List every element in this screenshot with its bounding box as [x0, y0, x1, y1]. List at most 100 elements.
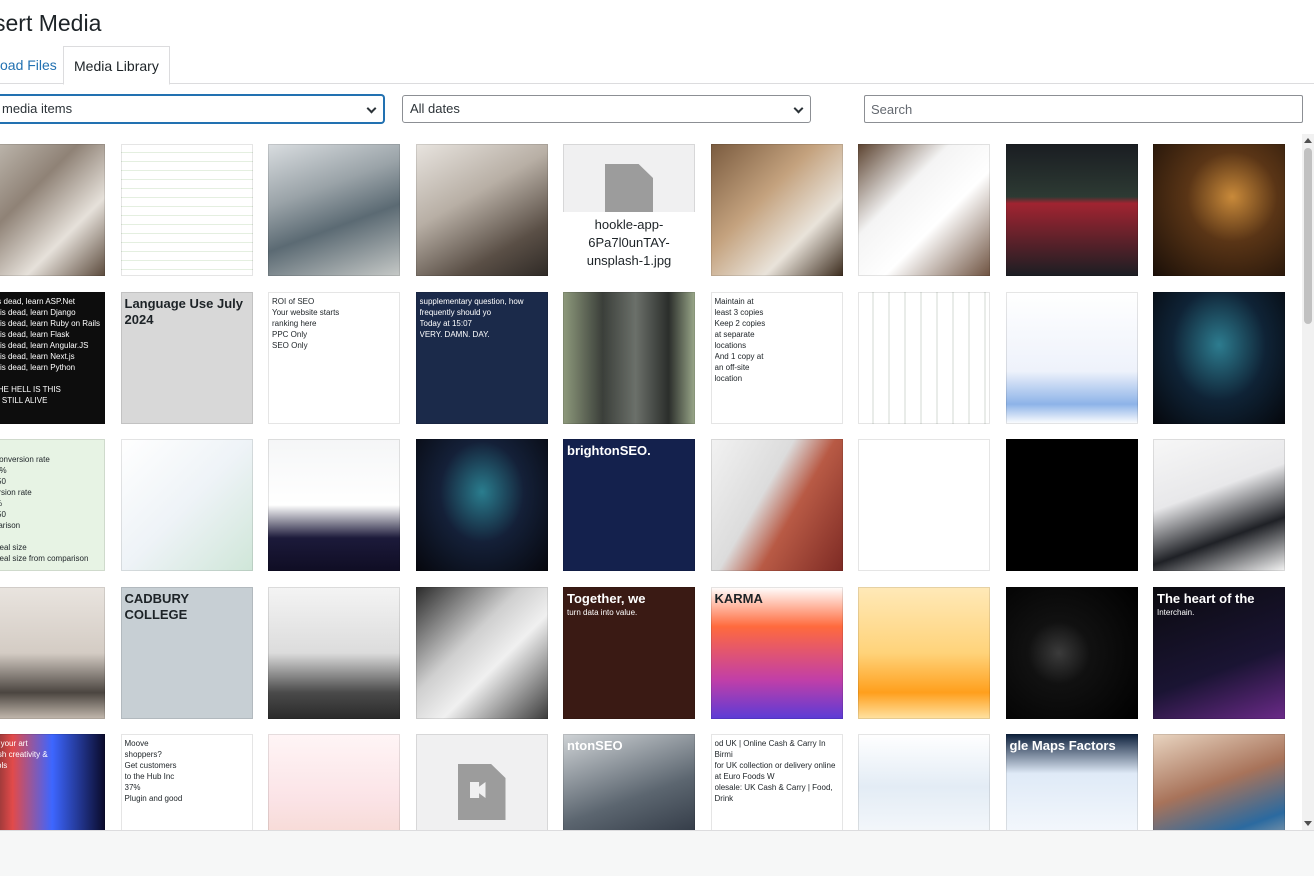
preview-line: And 1 copy at — [714, 351, 764, 361]
preview-line: : PHP is dead, learn Django — [0, 307, 76, 317]
attachment-preview-text: The heart of the Interchain. — [1157, 591, 1281, 715]
scroll-thumb[interactable] — [1304, 148, 1312, 324]
attachment-thumbnail[interactable]: Together, we turn data into value. — [563, 586, 695, 719]
attachment-thumbnail[interactable] — [268, 734, 400, 830]
attachment-thumbnail[interactable] — [1153, 734, 1285, 830]
attachment-thumbnail[interactable]: od UK | Online Cash & Carry In Birmi for … — [710, 734, 843, 830]
scroll-up-icon[interactable] — [1304, 138, 1312, 143]
attachment-thumbnail[interactable] — [120, 144, 253, 276]
preview-line: turn data into value. — [567, 607, 638, 617]
attachment-thumbnail[interactable]: Maintain at least 3 copies Keep 2 copies at… — [710, 291, 843, 424]
attachment-thumbnail[interactable] — [0, 586, 105, 719]
preview-line: least 3 copies — [714, 307, 764, 317]
attachment-preview-text: KARMA — [715, 591, 839, 715]
attachment-thumbnail[interactable]: PHP is dead, learn ASP.Net: PHP is dead,… — [0, 291, 105, 424]
attachment-thumbnail[interactable] — [1153, 144, 1285, 276]
attachment-preview-text: PHP is dead, learn ASP.Net: PHP is dead,… — [0, 296, 101, 420]
preview-line: Today at 15:07 — [419, 318, 472, 328]
attachment-thumbnail[interactable]: hookle-app-6Pa7l0unTAY-unsplash-1.jpg — [563, 144, 695, 276]
attachment-thumbnail[interactable] — [710, 439, 843, 571]
attachment-thumbnail[interactable]: brightonSEO. — [563, 439, 695, 571]
attachment-thumbnail[interactable] — [268, 439, 400, 571]
preview-line: Keep 2 copies — [714, 318, 766, 328]
play-icon — [469, 782, 486, 798]
attachment-thumbnail[interactable]: CADBURY COLLEGE — [120, 586, 253, 719]
attachment-thumbnail[interactable]: gle Maps Factors — [1005, 734, 1138, 830]
preview-line: Together, we — [567, 590, 646, 606]
attachment-thumbnail[interactable]: Language Use July 2024 — [120, 291, 253, 424]
attachment-thumbnail[interactable] — [1153, 439, 1285, 571]
attachment-thumbnail[interactable]: supplementary question, how frequently s… — [415, 291, 548, 424]
attachment-preview-text: ROI of SEO Your website starts ranking her… — [272, 296, 396, 420]
video-file-icon — [457, 764, 506, 820]
attachment-filename: hookle-app-6Pa7l0unTAY-unsplash-1.jpg — [563, 212, 695, 276]
preview-line: Avg. conversion rate — [0, 455, 50, 464]
attachment-preview-text: supplementary question, how frequently s… — [420, 296, 544, 420]
attachment-thumbnail[interactable] — [1005, 586, 1138, 719]
attachment-thumbnail[interactable] — [415, 586, 548, 719]
preview-line: $91,050 — [0, 477, 6, 486]
preview-line: brightonSEO. — [567, 443, 651, 458]
preview-line: Interchain. — [1157, 607, 1195, 617]
media-scrollbar[interactable] — [1302, 134, 1314, 830]
attachment-preview-text: gle Maps Factors — [1010, 738, 1134, 830]
preview-line: Comparison — [0, 521, 21, 530]
attachment-thumbnail[interactable] — [1005, 291, 1138, 424]
attachment-thumbnail[interactable]: KARMA — [710, 586, 843, 719]
media-date-filter[interactable]: All dates — [402, 95, 811, 123]
attachment-thumbnail[interactable] — [1005, 439, 1138, 571]
attachment-thumbnail[interactable] — [858, 439, 990, 571]
attachment-thumbnail[interactable]: ROI of SEO Your website starts ranking her… — [268, 291, 400, 424]
attachment-thumbnail[interactable] — [415, 439, 548, 571]
attachment-thumbnail[interactable] — [268, 144, 400, 276]
preview-line: gle Maps Factors — [1009, 738, 1116, 753]
attachment-thumbnail[interactable]: merAvg. conversion rate = 1.78% $91,050 con… — [0, 439, 105, 571]
preview-line: Get customers — [124, 761, 177, 770]
attachment-thumbnail[interactable] — [415, 144, 548, 276]
media-type-filter[interactable]: media items — [0, 95, 384, 123]
attachment-thumbnail[interactable]: Moove shoppers? Get customers to the Hub In… — [120, 734, 253, 830]
attachment-thumbnail[interactable] — [0, 144, 105, 276]
media-grid: hookle-app-6Pa7l0unTAY-unsplash-1.jpg PHP… — [0, 134, 1300, 830]
attachment-preview-text: Maintain at least 3 copies Keep 2 copies at… — [715, 296, 839, 420]
preview-line: posts — [0, 531, 101, 542]
preview-line: Plugin and good — [124, 794, 183, 803]
attachment-thumbnail[interactable]: ntonSEO — [563, 734, 695, 830]
preview-line: to the Hub Inc — [124, 772, 175, 781]
attachment-thumbnail[interactable] — [710, 144, 843, 276]
attachment-thumbnail[interactable] — [858, 734, 990, 830]
attachment-thumbnail[interactable]: The heart of the Interchain. — [1153, 586, 1285, 719]
modal-title: sert Media — [0, 10, 102, 36]
preview-line: fun tools — [0, 761, 8, 770]
preview-line: ROI of SEO — [272, 296, 315, 306]
preview-line: = 0.9% — [0, 498, 101, 509]
attachment-preview-text: Together, we turn data into value. — [567, 591, 691, 715]
search-input[interactable] — [864, 95, 1303, 123]
preview-line: CADBURY COLLEGE — [124, 590, 189, 622]
modal-footer-toolbar — [0, 830, 1314, 876]
attachment-thumbnail[interactable] — [1153, 291, 1285, 424]
attachment-thumbnail[interactable] — [858, 586, 990, 719]
attachment-thumbnail[interactable]: Share your art Unleash creativity & fun to… — [0, 734, 105, 830]
attachment-thumbnail[interactable] — [563, 291, 695, 424]
scroll-down-icon[interactable] — [1304, 821, 1312, 826]
preview-line: : PHP is dead, learn Next.js — [0, 351, 75, 361]
media-date-filter-value: All dates — [410, 101, 460, 116]
tab-media-library[interactable]: Media Library — [63, 46, 170, 85]
preview-line: : PHP is dead, learn Ruby on Rails — [0, 318, 101, 328]
attachment-thumbnail[interactable] — [858, 144, 990, 276]
attachment-preview-text: ntonSEO — [567, 738, 691, 830]
tab-upload-files[interactable]: oad Files — [0, 46, 67, 84]
attachment-thumbnail[interactable] — [120, 439, 253, 571]
attachment-thumbnail[interactable] — [268, 586, 400, 719]
preview-line: Unleash creativity & — [0, 750, 48, 759]
preview-line: 3: — [0, 373, 101, 384]
media-type-filter-value: media items — [2, 101, 73, 116]
preview-line: locations — [714, 340, 747, 350]
attachment-thumbnail[interactable] — [858, 291, 990, 424]
preview-line: an off-site — [714, 362, 750, 372]
chevron-down-icon — [366, 103, 377, 114]
preview-line: The heart of the — [1157, 590, 1255, 606]
attachment-thumbnail[interactable] — [1005, 144, 1138, 276]
attachment-thumbnail[interactable]: 64e7f900cd1537 — [415, 734, 548, 830]
